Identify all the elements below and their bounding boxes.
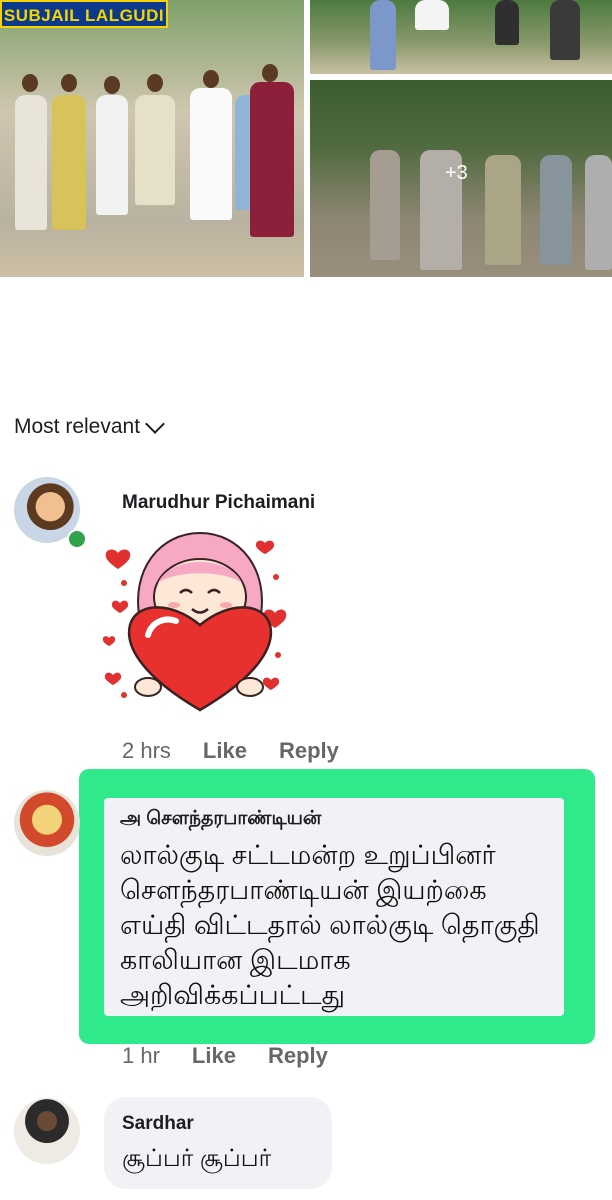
photo-person: [415, 0, 449, 30]
heart-girl-sticker: [102, 531, 287, 712]
photo-head: [22, 74, 38, 92]
photo-person: [370, 0, 396, 70]
like-button[interactable]: Like: [192, 1043, 236, 1069]
sort-label: Most relevant: [14, 415, 141, 438]
comment-author[interactable]: அ சௌந்தரபாண்டியன்: [120, 808, 321, 832]
photo-person: [250, 82, 294, 237]
photo-person: [15, 95, 47, 230]
photo-person: [96, 95, 128, 215]
photo-head: [61, 74, 77, 92]
photo-head: [262, 64, 278, 82]
subjail-sign: SUBJAIL LALGUDI: [0, 0, 168, 28]
comment-text: லால்குடி சட்டமன்ற உறுப்பினர் சௌந்தரபாண்ட…: [120, 840, 540, 1010]
photo-person: [52, 95, 86, 230]
avatar[interactable]: [14, 790, 80, 856]
photo-head: [104, 76, 120, 94]
like-button[interactable]: Like: [203, 738, 247, 764]
post-photo-3[interactable]: +3: [310, 80, 612, 277]
reply-button[interactable]: Reply: [268, 1043, 328, 1069]
post-photo-1[interactable]: SUBJAIL LALGUDI: [0, 0, 304, 277]
more-photos-count[interactable]: +3: [445, 162, 468, 185]
reply-button[interactable]: Reply: [279, 738, 339, 764]
post-photo-2[interactable]: [310, 0, 612, 74]
photo-person: [190, 88, 232, 220]
comment-text: சூப்பர் சூப்பர்: [122, 1145, 272, 1172]
photo-head: [203, 70, 219, 88]
photo-head: [147, 74, 163, 92]
comment-actions: 1 hr Like Reply: [122, 1043, 328, 1069]
photo-person: [550, 0, 580, 60]
comment-actions: 2 hrs Like Reply: [122, 738, 339, 764]
avatar[interactable]: [14, 1098, 80, 1164]
comment-author[interactable]: Marudhur Pichaimani: [122, 492, 315, 514]
photo-person: [495, 0, 519, 45]
comment-bubble: [104, 1097, 332, 1189]
photo-person: [135, 95, 175, 205]
comments-sort-dropdown[interactable]: Most relevant: [14, 413, 165, 439]
comment-time: 1 hr: [122, 1043, 160, 1068]
chevron-down-icon: [145, 413, 165, 434]
comment-author[interactable]: Sardhar: [122, 1113, 194, 1135]
comment-time: 2 hrs: [122, 738, 171, 763]
online-status-icon: [67, 529, 87, 549]
